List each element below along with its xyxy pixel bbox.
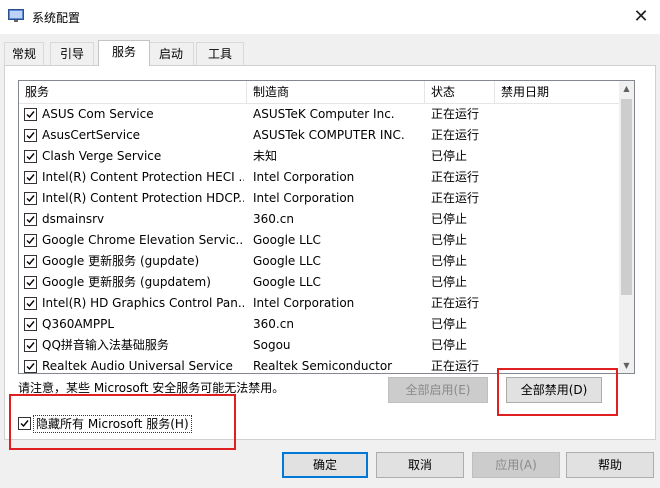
column-header-disable-date[interactable]: 禁用日期 bbox=[495, 81, 619, 103]
service-checkbox[interactable] bbox=[24, 297, 37, 310]
service-manufacturer: Google LLC bbox=[253, 275, 321, 289]
service-manufacturer: Google LLC bbox=[253, 233, 321, 247]
service-manufacturer: ASUSTek COMPUTER INC. bbox=[253, 128, 405, 142]
service-status: 正在运行 bbox=[431, 296, 480, 310]
service-name: QQ拼音输入法基础服务 bbox=[42, 338, 169, 352]
highlight-box-disable-all bbox=[497, 368, 618, 416]
service-name: Intel(R) Content Protection HDCP... bbox=[42, 191, 244, 205]
highlight-box-hide-microsoft bbox=[9, 394, 236, 450]
service-status: 已停止 bbox=[431, 149, 468, 163]
table-row: Intel(R) Content Protection HECI ... Int… bbox=[19, 167, 619, 188]
ok-button[interactable]: 确定 bbox=[282, 452, 368, 478]
service-status: 已停止 bbox=[431, 338, 468, 352]
list-header: 服务 制造商 状态 禁用日期 bbox=[19, 81, 619, 104]
close-icon[interactable]: ✕ bbox=[628, 4, 654, 30]
service-manufacturer: Intel Corporation bbox=[253, 191, 355, 205]
service-rows: ASUS Com Service ASUSTeK Computer Inc. 正… bbox=[19, 104, 619, 373]
service-checkbox[interactable] bbox=[24, 234, 37, 247]
table-row: Intel(R) Content Protection HDCP... Inte… bbox=[19, 188, 619, 209]
title-bar: 系统配置 ✕ bbox=[0, 0, 660, 34]
apply-button[interactable]: 应用(A) bbox=[472, 452, 560, 478]
table-row: Google Chrome Elevation Servic... Google… bbox=[19, 230, 619, 251]
table-row: Intel(R) HD Graphics Control Pan... Inte… bbox=[19, 293, 619, 314]
service-checkbox[interactable] bbox=[24, 192, 37, 205]
table-row: QQ拼音输入法基础服务 Sogou 已停止 bbox=[19, 335, 619, 356]
cancel-button[interactable]: 取消 bbox=[376, 452, 464, 478]
service-checkbox[interactable] bbox=[24, 108, 37, 121]
table-row: Q360AMPPL 360.cn 已停止 bbox=[19, 314, 619, 335]
service-checkbox[interactable] bbox=[24, 276, 37, 289]
service-manufacturer: Google LLC bbox=[253, 254, 321, 268]
service-manufacturer: Intel Corporation bbox=[253, 170, 355, 184]
tab-boot[interactable]: 引导 bbox=[50, 42, 94, 65]
window-title: 系统配置 bbox=[32, 11, 81, 25]
service-status: 正在运行 bbox=[431, 170, 480, 184]
scroll-up-arrow-icon[interactable]: ▲ bbox=[619, 81, 634, 96]
service-name: Q360AMPPL bbox=[42, 317, 115, 331]
service-manufacturer: 360.cn bbox=[253, 212, 294, 226]
service-status: 正在运行 bbox=[431, 359, 480, 373]
service-name: Realtek Audio Universal Service bbox=[42, 359, 233, 373]
service-manufacturer: 未知 bbox=[253, 149, 278, 163]
services-list[interactable]: 服务 制造商 状态 禁用日期 ASUS Com Service ASUSTeK … bbox=[18, 80, 635, 374]
column-header-manufacturer[interactable]: 制造商 bbox=[247, 81, 425, 103]
system-config-icon bbox=[8, 9, 24, 22]
service-name: Intel(R) Content Protection HECI ... bbox=[42, 170, 244, 184]
service-status: 正在运行 bbox=[431, 191, 480, 205]
service-checkbox[interactable] bbox=[24, 360, 37, 373]
service-name: Intel(R) HD Graphics Control Pan... bbox=[42, 296, 244, 310]
service-checkbox[interactable] bbox=[24, 150, 37, 163]
service-name: Google Chrome Elevation Servic... bbox=[42, 233, 244, 247]
tab-services[interactable]: 服务 bbox=[98, 40, 150, 66]
service-checkbox[interactable] bbox=[24, 129, 37, 142]
service-checkbox[interactable] bbox=[24, 213, 37, 226]
service-checkbox[interactable] bbox=[24, 318, 37, 331]
service-name: Clash Verge Service bbox=[42, 149, 162, 163]
table-row: Google 更新服务 (gupdate) Google LLC 已停止 bbox=[19, 251, 619, 272]
table-row: Clash Verge Service 未知 已停止 bbox=[19, 146, 619, 167]
service-name: Google 更新服务 (gupdatem) bbox=[42, 275, 211, 289]
service-manufacturer: ASUSTeK Computer Inc. bbox=[253, 107, 395, 121]
table-row: Google 更新服务 (gupdatem) Google LLC 已停止 bbox=[19, 272, 619, 293]
service-status: 已停止 bbox=[431, 212, 468, 226]
service-status: 已停止 bbox=[431, 275, 468, 289]
scroll-down-arrow-icon[interactable]: ▼ bbox=[619, 358, 634, 373]
service-status: 正在运行 bbox=[431, 107, 480, 121]
service-status: 正在运行 bbox=[431, 128, 480, 142]
service-name: Google 更新服务 (gupdate) bbox=[42, 254, 200, 268]
tab-tools[interactable]: 工具 bbox=[196, 42, 244, 65]
table-row: AsusCertService ASUSTek COMPUTER INC. 正在… bbox=[19, 125, 619, 146]
service-name: ASUS Com Service bbox=[42, 107, 154, 121]
help-button[interactable]: 帮助 bbox=[566, 452, 654, 478]
tab-general[interactable]: 常规 bbox=[4, 42, 44, 65]
service-checkbox[interactable] bbox=[24, 339, 37, 352]
vertical-scrollbar[interactable]: ▲ ▼ bbox=[619, 81, 634, 373]
service-checkbox[interactable] bbox=[24, 255, 37, 268]
tab-startup[interactable]: 启动 bbox=[148, 42, 194, 65]
scrollbar-thumb[interactable] bbox=[621, 99, 632, 295]
service-name: dsmainsrv bbox=[42, 212, 105, 226]
column-header-status[interactable]: 状态 bbox=[425, 81, 495, 103]
service-manufacturer: Realtek Semiconductor bbox=[253, 359, 393, 373]
service-manufacturer: Sogou bbox=[253, 338, 291, 352]
service-status: 已停止 bbox=[431, 254, 468, 268]
service-status: 已停止 bbox=[431, 317, 468, 331]
service-manufacturer: 360.cn bbox=[253, 317, 294, 331]
service-name: AsusCertService bbox=[42, 128, 141, 142]
table-row: dsmainsrv 360.cn 已停止 bbox=[19, 209, 619, 230]
service-manufacturer: Intel Corporation bbox=[253, 296, 355, 310]
service-checkbox[interactable] bbox=[24, 171, 37, 184]
column-header-service[interactable]: 服务 bbox=[19, 81, 247, 103]
enable-all-button[interactable]: 全部启用(E) bbox=[388, 377, 488, 403]
table-row: ASUS Com Service ASUSTeK Computer Inc. 正… bbox=[19, 104, 619, 125]
service-status: 已停止 bbox=[431, 233, 468, 247]
